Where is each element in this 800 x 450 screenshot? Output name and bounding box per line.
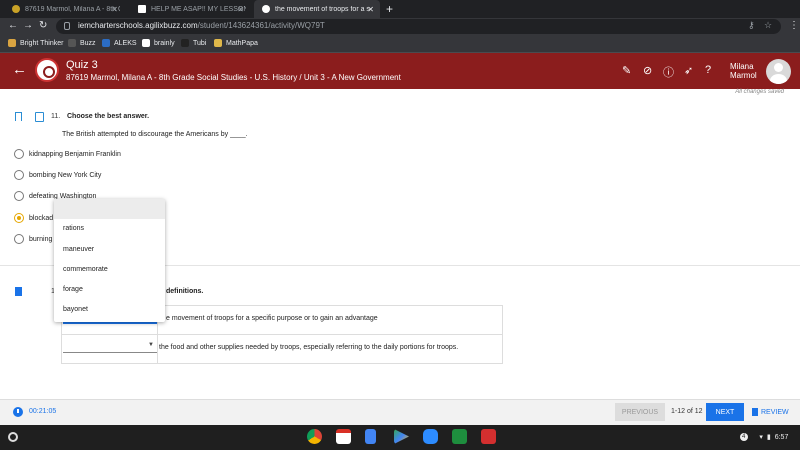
question-number: 11. xyxy=(51,113,61,120)
page-title: Quiz 3 xyxy=(66,59,98,71)
user-name: Milana Marmol xyxy=(730,62,757,80)
next-button[interactable]: NEXT xyxy=(706,403,744,421)
star-icon[interactable]: ☆ xyxy=(764,20,772,31)
previous-button[interactable]: PREVIOUS xyxy=(615,403,665,421)
note-icon[interactable] xyxy=(35,112,44,122)
bookmark-aleks[interactable]: ALEKS xyxy=(102,39,137,47)
lock-icon xyxy=(64,22,70,30)
review-button[interactable]: REVIEW xyxy=(752,408,789,416)
browser-toolbar: ← → ↻ iemcharterschools.agilixbuzz.com/s… xyxy=(0,18,800,35)
tubi-icon xyxy=(181,39,189,47)
system-tray[interactable]: 4 ▾ ▮ 6:57 xyxy=(740,430,788,444)
launcher-icon[interactable] xyxy=(8,432,18,442)
send-icon[interactable]: ➶ xyxy=(684,64,693,77)
radio-button-selected[interactable] xyxy=(14,213,24,223)
new-tab-button[interactable]: + xyxy=(386,2,393,16)
definition-text: the food and other supplies needed by tr… xyxy=(159,344,459,351)
avatar[interactable] xyxy=(766,59,791,84)
help-icon[interactable]: ? xyxy=(705,64,711,76)
term-select-focused[interactable] xyxy=(63,322,157,324)
bookmark-filled-icon[interactable] xyxy=(15,287,22,296)
dropdown-option[interactable]: commemorate xyxy=(63,266,108,273)
brainly-icon xyxy=(142,39,150,47)
table-row-divider xyxy=(62,334,502,335)
question-prompt: The British attempted to discourage the … xyxy=(62,131,248,138)
aleks-icon xyxy=(102,39,110,47)
page-count: 1-12 of 12 xyxy=(671,408,703,415)
notification-count: 4 xyxy=(742,434,746,440)
definition-text: e movement of troops for a specific purp… xyxy=(166,315,378,322)
bookmark-brainly[interactable]: brainly xyxy=(142,39,175,47)
browser-tab[interactable]: 87619 Marmol, Milana A - 8th Gr ✕ xyxy=(4,0,124,18)
bookmark-bright-thinker[interactable]: Bright Thinker xyxy=(8,39,63,47)
timer-clock-icon xyxy=(13,407,23,417)
block-icon[interactable]: ⊘ xyxy=(643,64,652,77)
docs-icon[interactable] xyxy=(365,429,376,444)
tab-close-icon[interactable]: ✕ xyxy=(111,5,118,14)
back-arrow-icon[interactable]: ← xyxy=(8,20,18,31)
tab-favicon-icon xyxy=(138,5,146,13)
menu-kebab-icon[interactable]: ⋮ xyxy=(789,20,799,31)
radio-button[interactable] xyxy=(14,191,24,201)
radio-button[interactable] xyxy=(14,234,24,244)
term-select[interactable] xyxy=(63,341,157,353)
google-favicon-icon xyxy=(262,5,270,13)
tab-title: the movement of troops for a sp xyxy=(275,5,370,13)
tab-close-icon[interactable]: ✕ xyxy=(237,5,244,14)
bookmark-icon xyxy=(8,39,16,47)
clock-time: 6:57 xyxy=(774,433,789,441)
dropdown-option[interactable]: forage xyxy=(63,286,83,293)
url-text: iemcharterschools.agilixbuzz.com/student… xyxy=(78,21,325,30)
forward-arrow-icon[interactable]: → xyxy=(23,20,33,31)
radio-button[interactable] xyxy=(14,170,24,180)
answer-option-selected[interactable]: blockad xyxy=(14,212,53,224)
wifi-icon: ▾ xyxy=(759,434,763,441)
key-icon[interactable]: ⚷ xyxy=(748,20,755,31)
tab-title: HELP ME ASAP!! MY LESSON IS xyxy=(151,5,246,13)
battery-icon: ▮ xyxy=(766,434,771,441)
chevron-down-icon[interactable]: ▼ xyxy=(148,342,154,348)
browser-tab-strip: 87619 Marmol, Milana A - 8th Gr ✕ HELP M… xyxy=(0,0,800,18)
quiz-header: ← Quiz 3 87619 Marmol, Milana A - 8th Gr… xyxy=(0,53,800,89)
browser-tab[interactable]: HELP ME ASAP!! MY LESSON IS ✕ xyxy=(130,0,250,18)
tab-close-icon[interactable]: ✕ xyxy=(367,5,374,14)
bookmark-mathpapa[interactable]: MathPapa xyxy=(214,39,258,47)
flag-icon xyxy=(752,408,758,416)
bookmarks-bar: Bright Thinker Buzz ALEKS brainly Tubi M… xyxy=(0,35,800,53)
bookmark-tubi[interactable]: Tubi xyxy=(181,39,206,47)
term-dropdown-menu: rations maneuver commemorate forage bayo… xyxy=(54,199,165,322)
tab-title: 87619 Marmol, Milana A - 8th Gr xyxy=(25,5,120,13)
bookmark-icon xyxy=(68,39,76,47)
reload-icon[interactable]: ↻ xyxy=(39,20,47,31)
question-heading: definitions. xyxy=(166,288,204,295)
school-logo xyxy=(35,58,59,82)
mathpapa-icon xyxy=(214,39,222,47)
radio-button[interactable] xyxy=(14,149,24,159)
tab-favicon-icon xyxy=(12,5,20,13)
pencil-icon[interactable]: ✎ xyxy=(622,64,631,77)
bookmark-buzz[interactable]: Buzz xyxy=(68,39,96,47)
dropdown-option[interactable]: bayonet xyxy=(63,306,88,313)
answer-option[interactable]: burning xyxy=(14,233,52,245)
gmail-icon[interactable] xyxy=(336,429,351,444)
info-icon[interactable]: ⓘ xyxy=(663,64,674,80)
dropdown-option[interactable]: maneuver xyxy=(63,246,94,253)
dropdown-blank-option[interactable] xyxy=(54,199,165,219)
address-bar[interactable]: iemcharterschools.agilixbuzz.com/student… xyxy=(56,19,781,34)
question-heading: Choose the best answer. xyxy=(67,113,150,120)
timer-text: 00:21:05 xyxy=(29,408,57,415)
back-arrow-icon[interactable]: ← xyxy=(12,61,27,78)
classroom-icon[interactable] xyxy=(452,429,467,444)
chrome-icon[interactable] xyxy=(307,429,322,444)
course-breadcrumb: 87619 Marmol, Milana A - 8th Grade Socia… xyxy=(66,73,401,82)
answer-option[interactable]: kidnapping Benjamin Franklin xyxy=(14,148,121,160)
dropdown-option[interactable]: rations xyxy=(63,225,84,232)
save-status: All changes saved xyxy=(735,89,784,95)
zoom-icon[interactable] xyxy=(423,429,438,444)
browser-tab-active[interactable]: the movement of troops for a sp ✕ xyxy=(254,0,380,18)
bookmark-question-icon[interactable] xyxy=(15,112,22,121)
mcgraw-hill-icon[interactable] xyxy=(481,429,496,444)
answer-option[interactable]: bombing New York City xyxy=(14,169,101,181)
